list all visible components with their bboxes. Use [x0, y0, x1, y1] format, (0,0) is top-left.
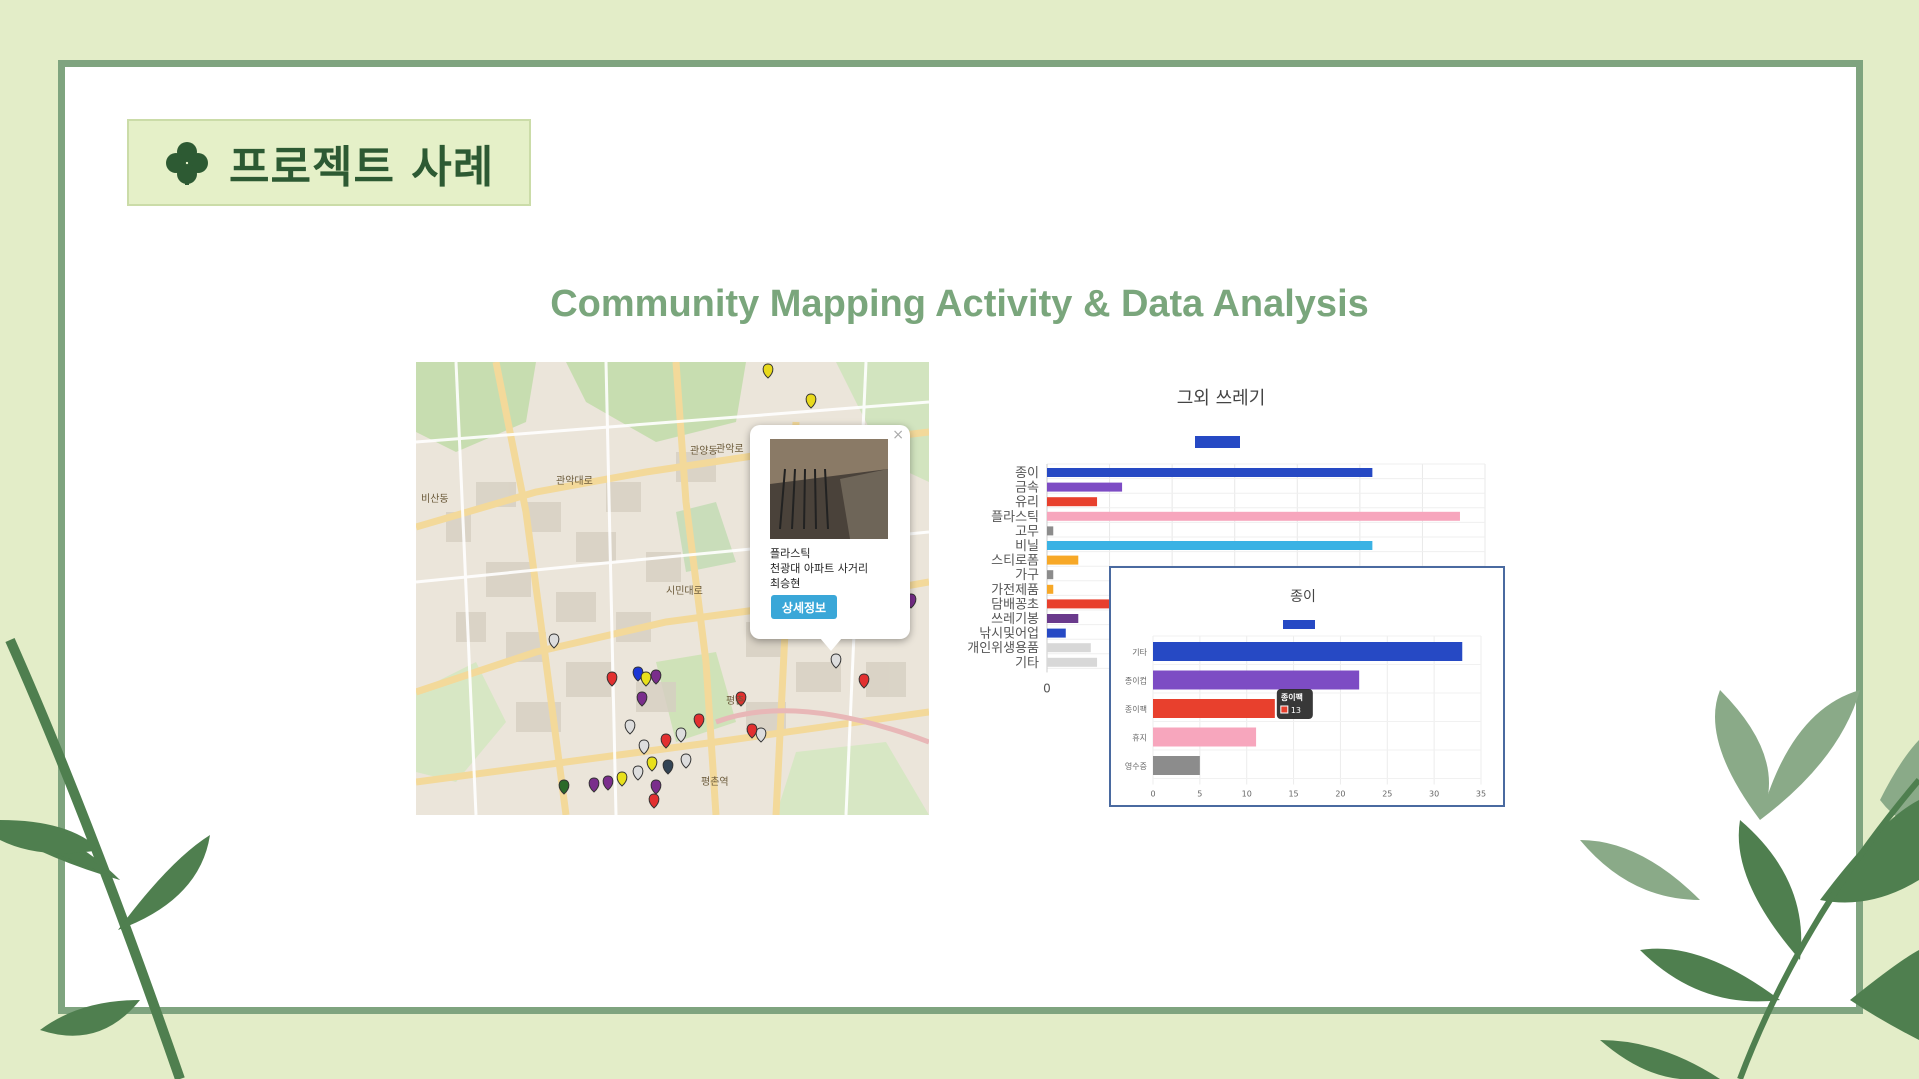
map-label: 시민대로: [666, 585, 703, 597]
bar[interactable]: [1047, 497, 1098, 507]
category-label: 기타: [1015, 656, 1039, 671]
bar[interactable]: [1047, 614, 1079, 623]
category-label: 쓰레기봉: [991, 612, 1039, 627]
legend-swatch: [1195, 436, 1240, 448]
bar[interactable]: [1047, 643, 1091, 653]
detail-button[interactable]: 상세정보: [771, 595, 837, 619]
tooltip-swatch: [1280, 705, 1289, 714]
category-label: 고무: [1015, 524, 1039, 539]
tick-label: 0: [1150, 790, 1155, 799]
tick-label: 15: [1288, 790, 1298, 799]
marker-popup: × 플라스틱 천광대 아파트 사거리 최승현 상세정보: [750, 425, 910, 639]
paper-chart-panel: 종이 기타종이컵종이팩휴지영수증 0 5 10 15 20 25 30 35 종이팩 13: [1109, 566, 1505, 807]
category-label: 담배꽁초: [991, 597, 1039, 612]
popup-author: 최승현: [770, 577, 801, 590]
category-label: 비닐: [1015, 539, 1039, 554]
bar[interactable]: [1047, 628, 1066, 638]
tick-label: 20: [1335, 790, 1345, 799]
popup-category: 플라스틱: [770, 547, 811, 560]
title-badge: 프로젝트 사례: [127, 119, 531, 206]
tick-label: 30: [1429, 790, 1439, 799]
bar[interactable]: [1153, 756, 1200, 775]
category-label: 휴지: [1132, 734, 1147, 743]
category-label: 가구: [1015, 568, 1039, 583]
popup-tip: [820, 638, 842, 651]
map-label: 비산동: [421, 493, 449, 505]
chart-title: 종이: [1290, 589, 1316, 605]
category-label: 영수증: [1125, 761, 1147, 771]
bar[interactable]: [1047, 526, 1054, 536]
bar[interactable]: [1047, 541, 1373, 550]
bar[interactable]: [1153, 642, 1463, 661]
map-label: 관악대로: [556, 475, 593, 487]
bar[interactable]: [1153, 699, 1275, 718]
tick-label: 5: [1197, 790, 1202, 799]
tick-label: 10: [1242, 790, 1252, 799]
map-label: 평촌역: [701, 776, 729, 788]
tooltip-value: 13: [1291, 706, 1301, 715]
category-label: 종이: [1015, 466, 1039, 481]
category-label: 종이팩: [1125, 704, 1147, 714]
category-label: 낚시및어업: [979, 627, 1039, 642]
map-label: 평촌: [726, 695, 744, 707]
bar[interactable]: [1047, 511, 1460, 521]
category-label: 개인위생용품: [967, 641, 1039, 656]
category-label: 스티로폼: [991, 554, 1039, 569]
map-label: 관악로: [716, 443, 744, 455]
popup-location: 천광대 아파트 사거리: [770, 562, 869, 575]
paper-chart: 종이 기타종이컵종이팩휴지영수증 0 5 10 15 20 25 30 35 종이팩 13: [1125, 589, 1486, 799]
category-label: 가전제품: [991, 583, 1039, 598]
tooltip-label: 종이팩: [1281, 692, 1303, 702]
map-label: 관양동: [690, 445, 718, 457]
bar[interactable]: [1047, 482, 1123, 492]
category-label: 유리: [1015, 495, 1039, 510]
page-title: 프로젝트 사례: [229, 141, 495, 193]
bar[interactable]: [1047, 584, 1054, 594]
chart-title: 그외 쓰레기: [1177, 388, 1266, 409]
bar[interactable]: [1153, 727, 1257, 747]
category-label: 금속: [1015, 481, 1039, 496]
tick-label: 0: [1043, 681, 1051, 695]
page-subtitle: Community Mapping Activity & Data Analys…: [550, 283, 1369, 325]
category-label: 종이컵: [1125, 676, 1147, 686]
legend-swatch: [1283, 620, 1315, 629]
category-label: 플라스틱: [991, 510, 1039, 525]
tick-label: 25: [1382, 790, 1392, 799]
clover-icon: [166, 141, 208, 185]
bar[interactable]: [1047, 468, 1373, 477]
close-icon[interactable]: ×: [892, 427, 904, 443]
bar[interactable]: [1153, 670, 1360, 690]
category-label: 기타: [1132, 648, 1147, 657]
bar[interactable]: [1047, 657, 1098, 667]
bar[interactable]: [1047, 555, 1079, 565]
popup-photo: [770, 439, 888, 539]
bar[interactable]: [1047, 599, 1110, 609]
bar[interactable]: [1047, 570, 1054, 580]
tick-label: 35: [1476, 790, 1486, 799]
